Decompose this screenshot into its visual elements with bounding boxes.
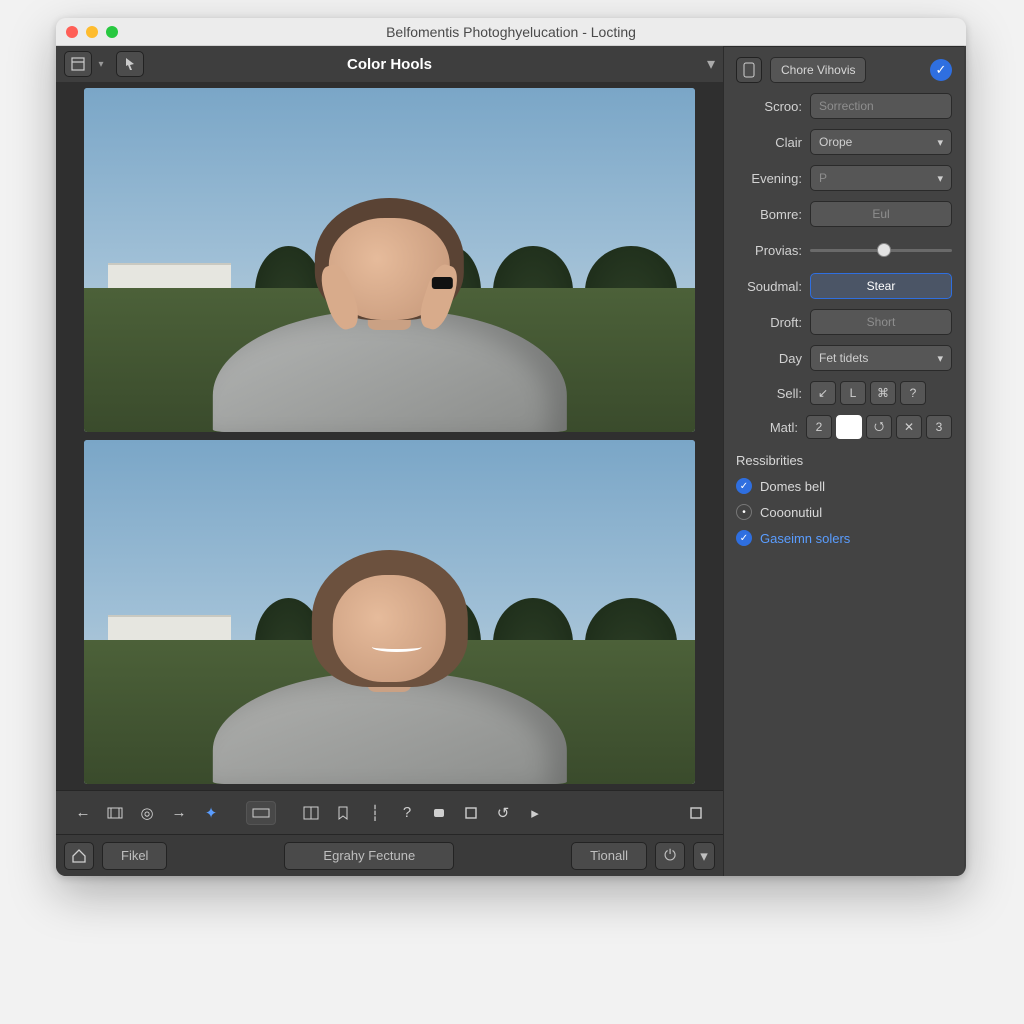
photo-bottom[interactable] (84, 440, 695, 784)
window-controls (66, 26, 118, 38)
resp-opt-2[interactable]: • Cooonutiul (736, 504, 952, 520)
sparkle-icon[interactable]: ✦ (198, 801, 224, 825)
label-evening: Evening: (736, 171, 802, 186)
resp-opt-3-label: Gaseimn solers (760, 531, 850, 546)
editor-title: Color Hools (56, 56, 723, 73)
input-droft[interactable]: Short (810, 309, 952, 335)
select-day[interactable]: Fet tidets (810, 345, 952, 371)
editor-header: ▾ Color Hools ▾ (56, 46, 723, 82)
layout-dropdown-icon[interactable]: ▾ (94, 59, 108, 70)
label-matl: Matl: (736, 420, 798, 435)
side-panel-header: Chore Vihovis ✓ (736, 57, 952, 83)
maximize-icon[interactable] (106, 26, 118, 38)
editor-menu-dropdown-icon[interactable]: ▾ (707, 54, 715, 74)
editor-toolbar: ← ◎ → ✦ (56, 790, 723, 834)
matl-swatch-icon[interactable] (836, 415, 862, 439)
label-droft: Droft: (736, 315, 802, 330)
resp-opt-1-label: Domes bell (760, 479, 825, 494)
input-scroo[interactable]: Sorrection (810, 93, 952, 119)
slider-provias[interactable] (810, 237, 952, 263)
stop-icon[interactable] (426, 801, 452, 825)
power-button[interactable]: ⏻ (655, 842, 685, 870)
target-icon[interactable]: ◎ (134, 801, 160, 825)
footer-button-3[interactable]: Tionall (571, 842, 647, 870)
main-row: ▾ Color Hools ▾ (56, 46, 966, 876)
label-scroo: Scroo: (736, 99, 802, 114)
forward-icon[interactable]: → (166, 801, 192, 825)
input-soudmal[interactable]: Stear (810, 273, 952, 299)
sell-opt-3-icon[interactable]: ⌘ (870, 381, 896, 405)
play-icon[interactable]: ▸ (522, 801, 548, 825)
responsibilities-heading: Ressibrities (736, 453, 952, 468)
film-icon[interactable] (102, 801, 128, 825)
app-body: ▾ Color Hools ▾ (56, 46, 966, 876)
matl-val-2[interactable]: 3 (926, 415, 952, 439)
side-panel: Chore Vihovis ✓ Scroo: Sorrection Clair … (724, 46, 964, 876)
footer-button-2[interactable]: Egrahy Fectune (284, 842, 454, 870)
square-icon[interactable] (458, 801, 484, 825)
label-day: Day (736, 351, 802, 366)
close-icon[interactable] (66, 26, 78, 38)
matl-tool-2-icon[interactable]: ✕ (896, 415, 922, 439)
sell-opt-4-icon[interactable]: ? (900, 381, 926, 405)
sell-icon-row: ↙ L ⌘ ? (810, 381, 926, 405)
view-chip[interactable]: Chore Vihovis (770, 57, 866, 83)
editor-panel: ▾ Color Hools ▾ (56, 46, 724, 876)
radio-off-icon: • (736, 504, 752, 520)
help-icon[interactable]: ? (394, 801, 420, 825)
label-clair: Clair (736, 135, 802, 150)
matl-tool-1-icon[interactable]: ⭯ (866, 415, 892, 439)
canvas[interactable] (56, 82, 723, 790)
fullscreen-icon[interactable] (683, 801, 709, 825)
sell-opt-1-icon[interactable]: ↙ (810, 381, 836, 405)
label-bomre: Bomre: (736, 207, 802, 222)
matl-icon-row: 2 ⭯ ✕ 3 (806, 415, 952, 439)
label-provias: Provias: (736, 243, 802, 258)
device-icon[interactable] (736, 57, 762, 83)
label-soudmal: Soudmal: (736, 279, 802, 294)
canvas-inner (84, 88, 695, 784)
label-sell: Sell: (736, 386, 802, 401)
adjust-icon[interactable]: ┆ (362, 801, 388, 825)
editor-footer: Fikel Egrahy Fectune Tionall ⏻ ▾ (56, 834, 723, 876)
app-window: Belfomentis Photoghyelucation - Locting … (56, 18, 966, 876)
photo-top[interactable] (84, 88, 695, 432)
power-dropdown-icon[interactable]: ▾ (693, 842, 715, 870)
bookmark-icon[interactable] (330, 801, 356, 825)
cursor-button[interactable] (116, 51, 144, 77)
home-button[interactable] (64, 842, 94, 870)
confirm-badge-icon[interactable]: ✓ (930, 59, 952, 81)
minimize-icon[interactable] (86, 26, 98, 38)
input-bomre[interactable]: Eul (810, 201, 952, 227)
titlebar: Belfomentis Photoghyelucation - Locting (56, 18, 966, 46)
resp-opt-3[interactable]: ✓ Gaseimn solers (736, 530, 952, 546)
sell-opt-2-icon[interactable]: L (840, 381, 866, 405)
checkbox-on-icon: ✓ (736, 530, 752, 546)
footer-button-1[interactable]: Fikel (102, 842, 167, 870)
checkbox-on-icon: ✓ (736, 478, 752, 494)
history-icon[interactable]: ↺ (490, 801, 516, 825)
resp-opt-2-label: Cooonutiul (760, 505, 822, 520)
layout-button[interactable] (64, 51, 92, 77)
select-clair[interactable]: Orope (810, 129, 952, 155)
back-icon[interactable]: ← (70, 801, 96, 825)
rect-tool-icon[interactable] (246, 801, 276, 825)
matl-val-1[interactable]: 2 (806, 415, 832, 439)
select-evening[interactable]: P (810, 165, 952, 191)
columns-icon[interactable] (298, 801, 324, 825)
window-title: Belfomentis Photoghyelucation - Locting (56, 24, 966, 40)
resp-opt-1[interactable]: ✓ Domes bell (736, 478, 952, 494)
